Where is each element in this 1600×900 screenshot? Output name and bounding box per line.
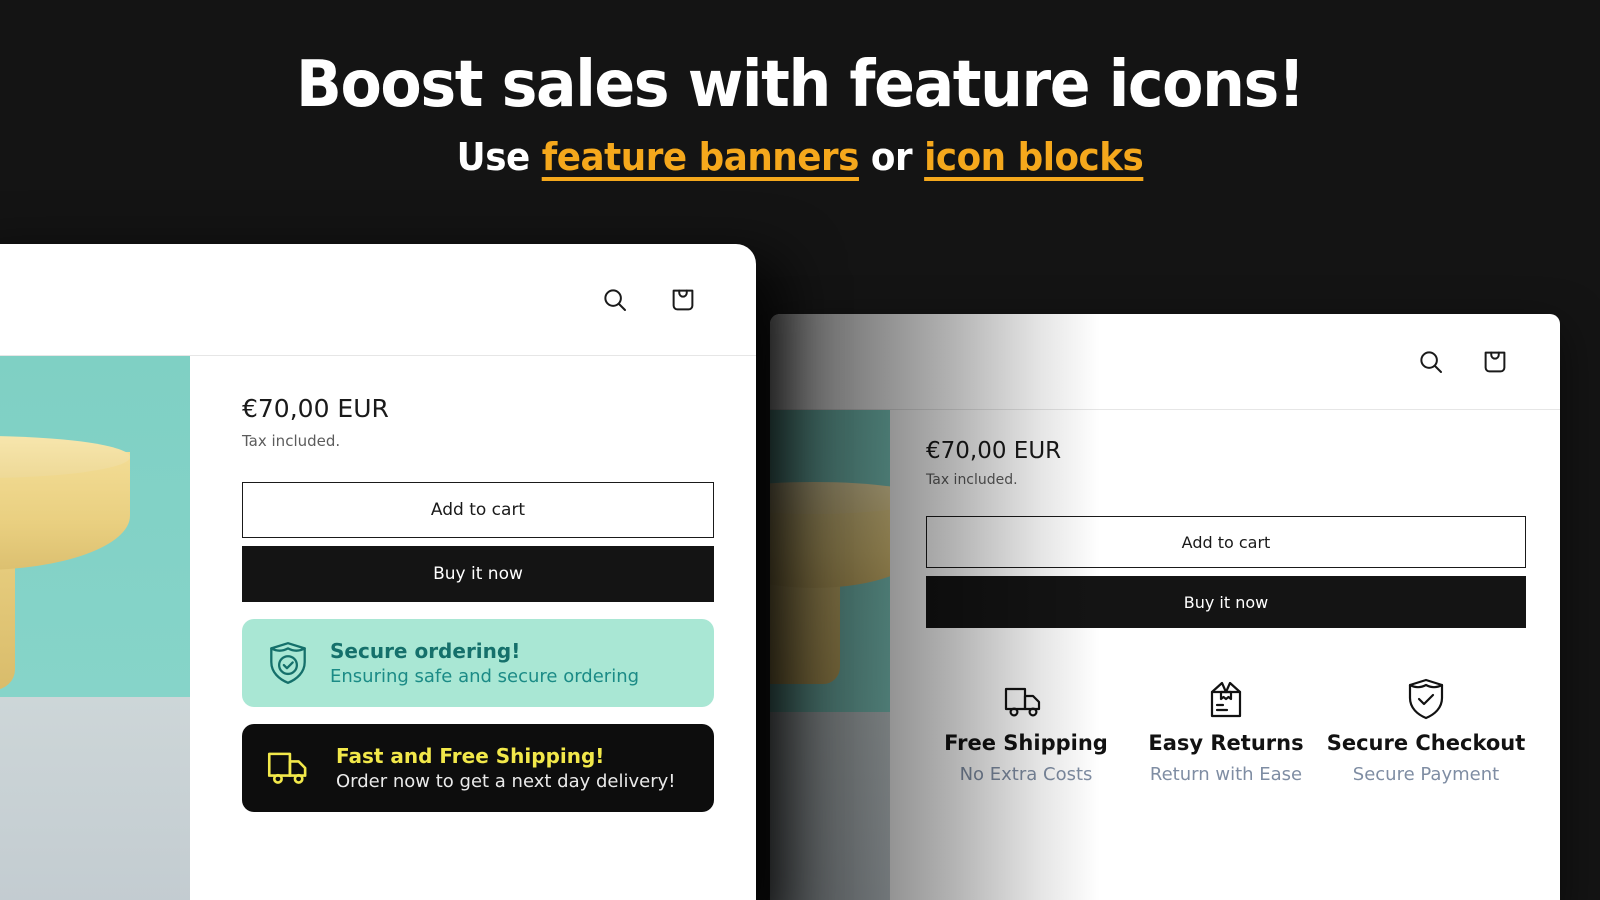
bowl-pedestal xyxy=(770,578,840,684)
back-card-header xyxy=(770,314,1560,410)
promo-subtitle: Use feature banners or icon blocks xyxy=(48,135,1552,179)
truck-icon xyxy=(266,746,316,790)
promo-link-icon-blocks[interactable]: icon blocks xyxy=(924,135,1144,179)
bowl-rim xyxy=(770,482,890,514)
search-icon[interactable] xyxy=(600,285,630,315)
open-box-icon xyxy=(1204,672,1248,722)
back-product-image xyxy=(770,410,890,900)
icon-block-easy-returns: Easy Returns Return with Ease xyxy=(1126,672,1326,785)
add-to-cart-button[interactable]: Add to cart xyxy=(242,482,714,538)
truck-icon xyxy=(1003,672,1049,722)
icon-block-title: Easy Returns xyxy=(1148,731,1304,755)
banner-title: Secure ordering! xyxy=(330,639,521,663)
shopping-bag-icon[interactable] xyxy=(668,285,698,315)
screenshot-stage: Boost sales with feature icons! Use feat… xyxy=(0,0,1600,900)
icon-block-free-shipping: Free Shipping No Extra Costs xyxy=(926,672,1126,785)
banner-text: Secure ordering! Ensuring safe and secur… xyxy=(330,639,639,687)
image-table-surface xyxy=(770,712,890,900)
shield-check-icon xyxy=(1405,672,1447,722)
banner-text: Fast and Free Shipping! Order now to get… xyxy=(336,744,676,792)
icon-block-subtitle: Return with Ease xyxy=(1149,764,1303,785)
promo-subtitle-prefix: Use xyxy=(456,135,542,180)
front-card-body: €70,00 EUR Tax included. Add to cart Buy… xyxy=(0,356,756,900)
shopping-bag-icon[interactable] xyxy=(1480,347,1510,377)
promo-link-feature-banners[interactable]: feature banners xyxy=(542,135,860,179)
icon-block-subtitle: No Extra Costs xyxy=(959,764,1093,785)
price: €70,00 EUR xyxy=(926,438,1062,464)
shield-check-icon xyxy=(266,639,310,687)
feature-banner-fast-free-shipping[interactable]: Fast and Free Shipping! Order now to get… xyxy=(242,724,714,812)
icon-block-secure-checkout: Secure Checkout Secure Payment xyxy=(1326,672,1526,785)
price: €70,00 EUR xyxy=(242,394,389,423)
image-table-surface xyxy=(0,696,190,900)
banner-title: Fast and Free Shipping! xyxy=(336,744,605,768)
promo-header: Boost sales with feature icons! Use feat… xyxy=(0,0,1600,240)
icon-block-title: Free Shipping xyxy=(944,731,1108,755)
add-to-cart-button[interactable]: Add to cart xyxy=(926,516,1526,568)
bowl-pedestal xyxy=(0,562,15,690)
front-product-image xyxy=(0,356,190,900)
icon-block-title: Secure Checkout xyxy=(1326,731,1526,755)
back-product-details: €70,00 EUR Tax included. Add to cart Buy… xyxy=(890,410,1560,900)
search-icon[interactable] xyxy=(1416,347,1446,377)
icon-blocks-row: Free Shipping No Extra Costs Easy Return… xyxy=(926,672,1526,785)
front-product-details: €70,00 EUR Tax included. Add to cart Buy… xyxy=(190,356,756,900)
tax-note: Tax included. xyxy=(926,472,1018,488)
icon-block-subtitle: Secure Payment xyxy=(1352,764,1500,785)
back-card-body: €70,00 EUR Tax included. Add to cart Buy… xyxy=(770,410,1560,900)
front-card-header xyxy=(0,244,756,356)
promo-subtitle-middle: or xyxy=(858,135,925,180)
front-product-card: €70,00 EUR Tax included. Add to cart Buy… xyxy=(0,244,756,900)
buy-it-now-button[interactable]: Buy it now xyxy=(242,546,714,602)
buy-it-now-button[interactable]: Buy it now xyxy=(926,576,1526,628)
banner-subtitle: Order now to get a next day delivery! xyxy=(336,771,676,792)
back-product-card: €70,00 EUR Tax included. Add to cart Buy… xyxy=(770,314,1560,900)
banner-subtitle: Ensuring safe and secure ordering xyxy=(330,666,640,687)
tax-note: Tax included. xyxy=(242,432,341,450)
promo-title: Boost sales with feature icons! xyxy=(296,48,1305,122)
feature-banner-secure-ordering[interactable]: Secure ordering! Ensuring safe and secur… xyxy=(242,619,714,707)
